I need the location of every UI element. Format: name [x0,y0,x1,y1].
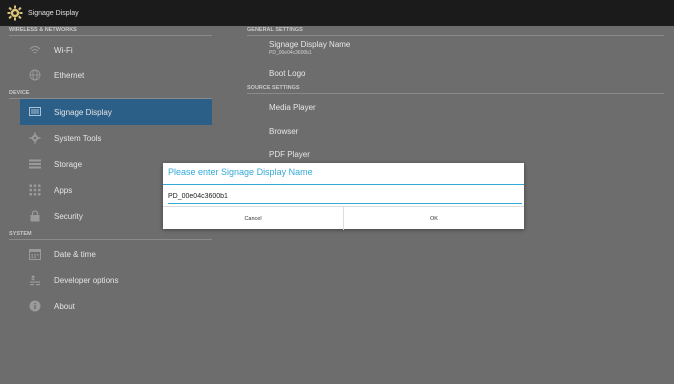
sidebar-item-label: Storage [54,159,83,169]
cancel-button[interactable]: Cancel [163,207,344,230]
item-label: Signage Display Name [269,40,351,49]
browser-item[interactable]: Browser [269,119,298,143]
media-player-item[interactable]: Media Player [269,95,316,119]
signage-name-input[interactable] [168,189,522,204]
gear-icon [29,132,41,144]
section-header-source: SOURCE SETTINGS [247,84,664,94]
calendar-icon [29,248,41,260]
info-icon [29,300,41,312]
sidebar-item-developer-options[interactable]: Developer options [20,267,212,293]
sidebar-item-label: Developer options [54,275,119,285]
globe-icon [29,69,41,81]
section-header-general: GENERAL SETTINGS [247,26,664,36]
section-header-wireless: WIRELESS & NETWORKS [9,26,212,36]
gear-icon [7,5,23,21]
wifi-icon [29,44,41,56]
sidebar-item-label: Ethernet [54,70,85,80]
sidebar-item-wifi[interactable]: Wi-Fi [20,37,212,63]
section-header-device: DEVICE [9,89,212,99]
sidebar-item-label: Signage Display [54,107,112,117]
title-bar: Signage Display [0,0,674,26]
sidebar-item-label: About [54,301,75,311]
dialog-divider [163,184,524,185]
item-label: Media Player [269,102,316,112]
storage-icon [29,158,41,170]
display-icon [29,106,41,118]
section-header-system: SYSTEM [9,230,212,240]
item-label: Boot Logo [269,68,306,78]
lock-icon [29,210,41,222]
item-summary: PD_00e04c3600b1 [269,50,312,56]
sidebar-item-system-tools[interactable]: System Tools [20,125,212,151]
app-title: Signage Display [28,9,79,17]
name-input-dialog: Please enter Signage Display Name Cancel… [163,163,524,230]
sidebar-item-date-time[interactable]: Date & time [20,241,212,267]
sidebar-item-label: Apps [54,185,73,195]
boot-logo-item[interactable]: Boot Logo [269,61,305,85]
apps-icon [29,184,41,196]
sidebar-item-about[interactable]: About [20,293,212,319]
dialog-button-row: Cancel OK [163,206,524,230]
item-label: Browser [269,126,299,136]
sidebar-item-label: Date & time [54,249,96,259]
signage-display-name-item[interactable]: Signage Display Name PD_00e04c3600b1 [269,36,350,60]
sidebar-item-label: System Tools [54,133,102,143]
sidebar-item-signage-display[interactable]: Signage Display [20,99,212,125]
dialog-title: Please enter Signage Display Name [168,167,313,177]
item-label: PDF Player [269,149,310,159]
sidebar-item-label: Security [54,211,83,221]
ok-button[interactable]: OK [344,207,524,230]
developer-icon [29,274,41,286]
sidebar-item-ethernet[interactable]: Ethernet [20,62,212,88]
sidebar-item-label: Wi-Fi [54,45,73,55]
